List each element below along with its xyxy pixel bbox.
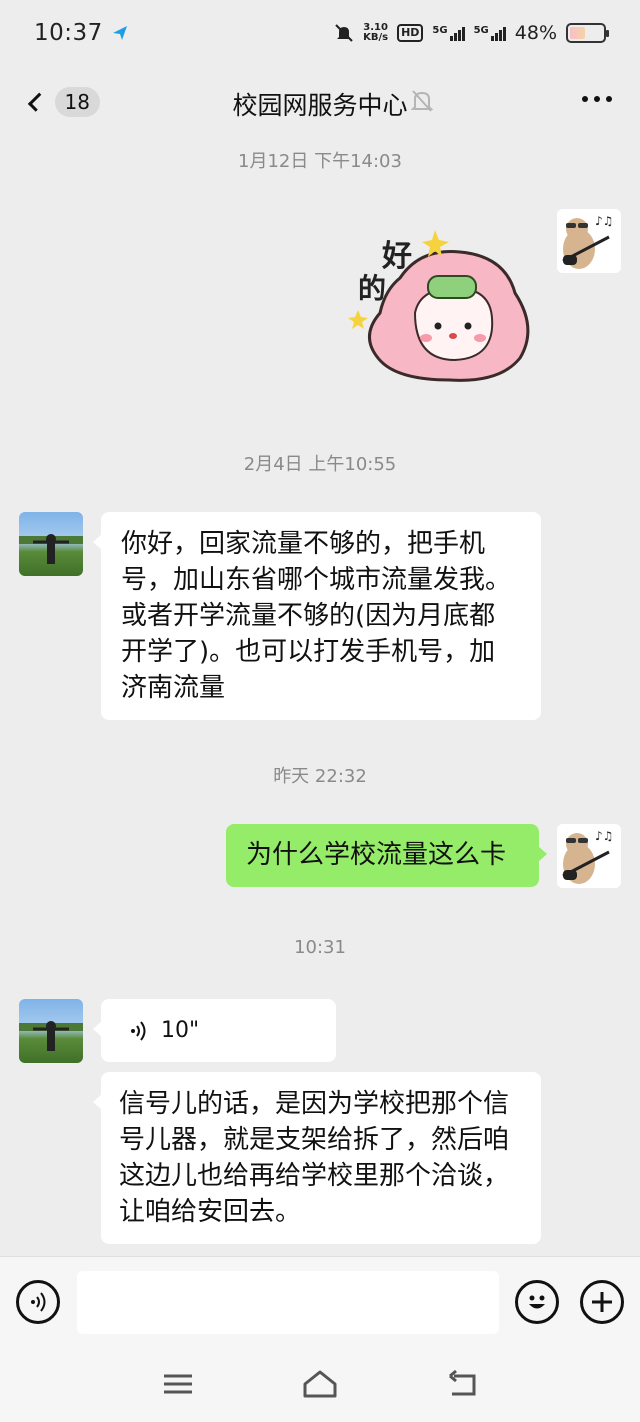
battery-fill: [570, 27, 586, 39]
plus-icon: [592, 1292, 612, 1312]
voice-wave-icon: [131, 1020, 146, 1041]
incoming-message[interactable]: 信号儿的话，是因为学校把那个信号儿器，就是支架给拆了，然后咱这边儿也给再给学校里…: [93, 1072, 541, 1244]
emoji-icon: [529, 1295, 545, 1309]
my-avatar[interactable]: ♪♫: [557, 824, 621, 888]
timestamp: 2月4日 上午10:55: [243, 454, 397, 475]
sticker-text-2: 的: [358, 272, 386, 305]
timestamp: 昨天 22:32: [273, 766, 367, 787]
emoji-button[interactable]: [515, 1280, 559, 1324]
voice-input-button[interactable]: [16, 1280, 60, 1324]
timestamp: 10:31: [294, 937, 346, 958]
plus-button[interactable]: [580, 1280, 624, 1324]
signal-sim2-icon: 5G: [474, 25, 506, 41]
signal-sim1-icon: 5G: [432, 25, 465, 41]
status-bar: 10:37 3.10 KB/s HD 5G 5G 48%: [0, 0, 640, 66]
contact-avatar[interactable]: [19, 512, 83, 576]
voice-input-icon: [31, 1292, 46, 1312]
sticker-message[interactable]: 好 的: [340, 218, 545, 388]
back-icon[interactable]: [444, 1368, 480, 1400]
message-text: 你好，回家流量不够的，把手机号，加山东省哪个城市流量发我。或者开学流量不够的(因…: [121, 529, 512, 703]
system-nav-bar: [0, 1350, 640, 1422]
battery-icon: [566, 23, 609, 43]
battery-percent: 48%: [514, 22, 557, 44]
pink-blob-sticker-icon: 好 的: [348, 230, 530, 382]
chat-title: 校园网服务中心: [232, 91, 408, 120]
contact-avatar[interactable]: [19, 999, 83, 1063]
svg-text:♪♫: ♪♫: [595, 829, 613, 843]
home-icon[interactable]: [302, 1368, 338, 1400]
mute-icon: [335, 24, 353, 42]
timestamp: 1月12日 下午14:03: [238, 151, 402, 172]
status-time: 10:37: [34, 20, 103, 46]
input-bar: [0, 1256, 640, 1350]
svg-text:♪♫: ♪♫: [595, 214, 613, 228]
mute-bell-icon: [410, 90, 434, 112]
chat-header: 18 校园网服务中心: [0, 66, 640, 140]
menu-icon[interactable]: [160, 1368, 196, 1400]
voice-duration: 10": [161, 1017, 200, 1043]
sticker-text-1: 好: [381, 239, 412, 274]
hd-badge: HD: [397, 24, 424, 42]
message-text: 信号儿的话，是因为学校把那个信号儿器，就是支架给拆了，然后咱这边儿也给再给学校里…: [119, 1089, 510, 1227]
message-input[interactable]: [77, 1271, 499, 1334]
more-dots-icon[interactable]: [582, 96, 612, 102]
my-avatar[interactable]: ♪♫: [557, 209, 621, 273]
message-text: 为什么学校流量这么卡: [246, 840, 507, 870]
net-speed: 3.10 KB/s: [363, 22, 389, 43]
location-arrow-icon: [112, 26, 127, 40]
incoming-message[interactable]: 你好，回家流量不够的，把手机号，加山东省哪个城市流量发我。或者开学流量不够的(因…: [93, 512, 541, 720]
outgoing-message[interactable]: 为什么学校流量这么卡: [226, 824, 547, 887]
voice-message[interactable]: 10": [93, 999, 336, 1062]
